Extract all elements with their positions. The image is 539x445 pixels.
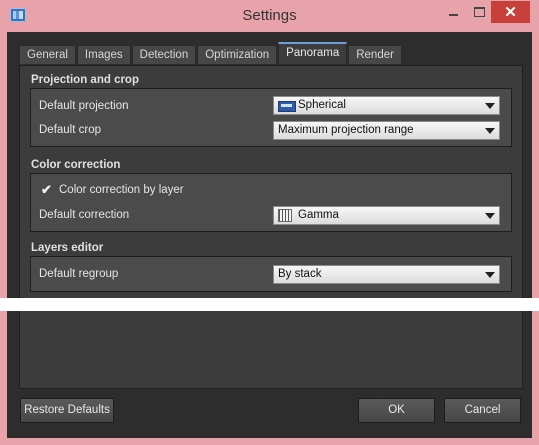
tab-panorama[interactable]: Panorama xyxy=(278,42,348,64)
restore-defaults-button[interactable]: Restore Defaults xyxy=(20,398,114,423)
tab-render[interactable]: Render xyxy=(348,45,402,64)
gamma-curve-icon xyxy=(278,209,292,222)
color-correction-checkbox[interactable]: ✔ xyxy=(41,183,53,196)
dialog-client-area: General Images Detection Optimization Pa… xyxy=(7,32,532,438)
default-correction-select[interactable]: Gamma xyxy=(273,206,500,225)
section-title-projection: Projection and crop xyxy=(31,74,139,86)
default-crop-select[interactable]: Maximum projection range xyxy=(273,121,500,140)
default-regroup-select[interactable]: By stack xyxy=(273,265,500,284)
default-correction-value: Gamma xyxy=(298,209,339,221)
white-band xyxy=(0,298,539,311)
default-projection-value: Spherical xyxy=(298,99,346,111)
panorama-tab-panel: Projection and crop Default projection S… xyxy=(19,65,523,389)
color-correction-checkbox-label[interactable]: Color correction by layer xyxy=(59,184,184,196)
tab-bar: General Images Detection Optimization Pa… xyxy=(19,42,403,65)
settings-window: Settings ✕ General Images Detection Opti… xyxy=(0,0,539,445)
ok-button[interactable]: OK xyxy=(358,398,435,423)
cancel-button[interactable]: Cancel xyxy=(444,398,521,423)
maximize-button[interactable] xyxy=(466,2,492,22)
tab-detection[interactable]: Detection xyxy=(131,45,197,64)
tab-images[interactable]: Images xyxy=(76,45,131,64)
maximize-icon xyxy=(473,7,485,17)
default-regroup-label: Default regroup xyxy=(39,268,119,280)
close-button[interactable]: ✕ xyxy=(491,1,530,23)
default-projection-label: Default projection xyxy=(39,100,129,112)
minimize-button[interactable] xyxy=(440,2,466,22)
color-group: ✔ Color correction by layer Default corr… xyxy=(30,173,512,232)
tab-optimization[interactable]: Optimization xyxy=(197,45,278,64)
spherical-projection-icon xyxy=(278,101,296,112)
minimize-icon xyxy=(448,14,458,16)
chevron-down-icon xyxy=(485,128,495,134)
tab-general[interactable]: General xyxy=(19,45,76,64)
default-correction-label: Default correction xyxy=(39,209,130,221)
projection-group: Default projection Spherical Default cro… xyxy=(30,88,512,147)
section-title-layers: Layers editor xyxy=(31,242,104,254)
chevron-down-icon xyxy=(485,272,495,278)
chevron-down-icon xyxy=(485,213,495,219)
section-title-color: Color correction xyxy=(31,159,121,171)
default-crop-value: Maximum projection range xyxy=(278,124,414,136)
close-icon: ✕ xyxy=(504,4,517,21)
default-projection-select[interactable]: Spherical xyxy=(273,96,500,115)
default-regroup-value: By stack xyxy=(278,268,322,280)
layers-group: Default regroup By stack xyxy=(30,256,512,292)
default-crop-label: Default crop xyxy=(39,124,102,136)
chevron-down-icon xyxy=(485,103,495,109)
title-bar[interactable]: Settings ✕ xyxy=(0,0,539,32)
